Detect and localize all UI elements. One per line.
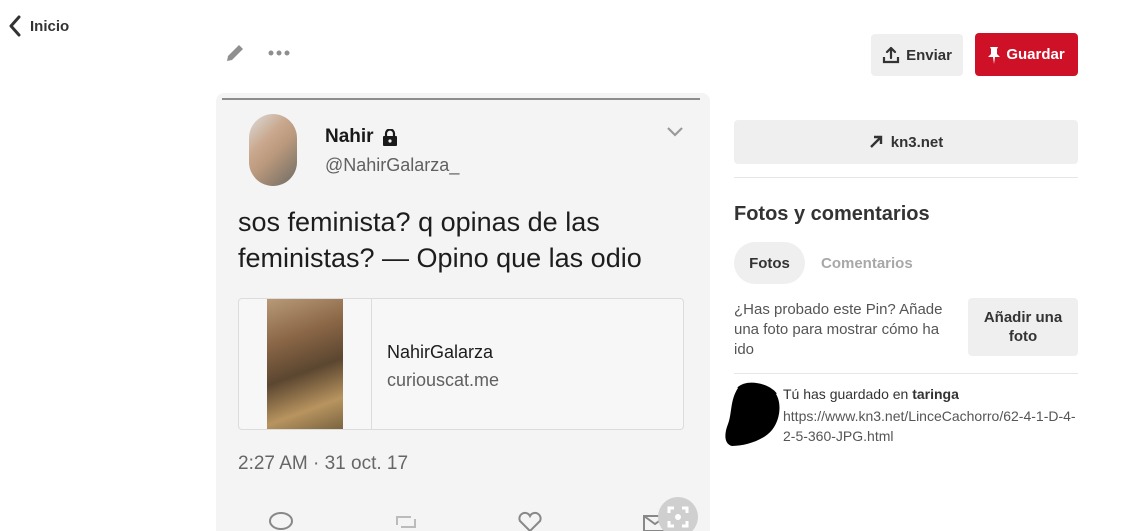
arrow-up-right-icon xyxy=(869,135,882,148)
tweet-text: sos feminista? q opinas de las feminista… xyxy=(238,207,642,273)
card-thumbnail xyxy=(267,299,343,429)
tweet-timestamp: 2:27 AM · 31 oct. 17 xyxy=(238,453,409,474)
retweet-icon xyxy=(395,516,416,528)
tweet-link-card: NahirGalarza curiouscat.me xyxy=(238,298,684,430)
tab-comentarios[interactable]: Comentarios xyxy=(821,255,913,272)
share-icon xyxy=(882,46,900,64)
tweet-avatar xyxy=(249,114,297,186)
card-divider xyxy=(371,299,372,429)
saved-info: Tú has guardado en taringa xyxy=(783,386,959,402)
card-domain: curiouscat.me xyxy=(387,370,500,390)
save-label: Guardar xyxy=(1006,46,1065,63)
pin-image[interactable]: Nahir @NahirGalarza_ sos feminista? q op… xyxy=(216,93,710,531)
more-options-icon[interactable] xyxy=(268,49,290,57)
add-photo-button[interactable]: Añadir una foto xyxy=(968,298,1078,356)
saved-url[interactable]: https://www.kn3.net/LinceCachorro/62-4-1… xyxy=(783,406,1083,446)
chevron-left-icon xyxy=(9,15,21,37)
source-link-label: kn3.net xyxy=(890,133,944,151)
visual-search-icon xyxy=(667,506,689,528)
tab-fotos[interactable]: Fotos xyxy=(734,242,805,284)
heart-icon xyxy=(518,511,542,531)
divider xyxy=(734,177,1078,178)
send-label: Enviar xyxy=(906,46,952,64)
tweet-name-text: Nahir xyxy=(325,126,374,147)
divider xyxy=(734,373,1078,374)
back-label: Inicio xyxy=(30,17,70,35)
chevron-down-icon xyxy=(667,127,683,137)
try-pin-prompt: ¿Has probado este Pin? Añade una foto pa… xyxy=(734,301,943,358)
save-button[interactable]: Guardar xyxy=(975,33,1078,76)
send-button[interactable]: Enviar xyxy=(871,34,963,76)
back-button[interactable]: Inicio xyxy=(8,15,69,37)
user-avatar[interactable] xyxy=(724,380,784,450)
section-title: Fotos y comentarios xyxy=(734,203,930,225)
tweet-handle: @NahirGalarza_ xyxy=(325,155,460,175)
reply-icon xyxy=(269,512,293,530)
visual-search-button[interactable] xyxy=(658,497,698,531)
card-title: NahirGalarza xyxy=(387,342,494,362)
saved-prefix: Tú has guardado en xyxy=(783,386,913,402)
tweet-author-name: Nahir xyxy=(325,126,398,148)
pin-icon xyxy=(988,46,1001,64)
pencil-icon[interactable] xyxy=(224,42,246,64)
saved-board-link[interactable]: taringa xyxy=(912,386,959,402)
tweet-actions xyxy=(268,511,668,531)
source-link-button[interactable]: kn3.net xyxy=(734,120,1078,164)
image-top-border xyxy=(222,98,700,100)
lock-icon xyxy=(382,128,397,146)
